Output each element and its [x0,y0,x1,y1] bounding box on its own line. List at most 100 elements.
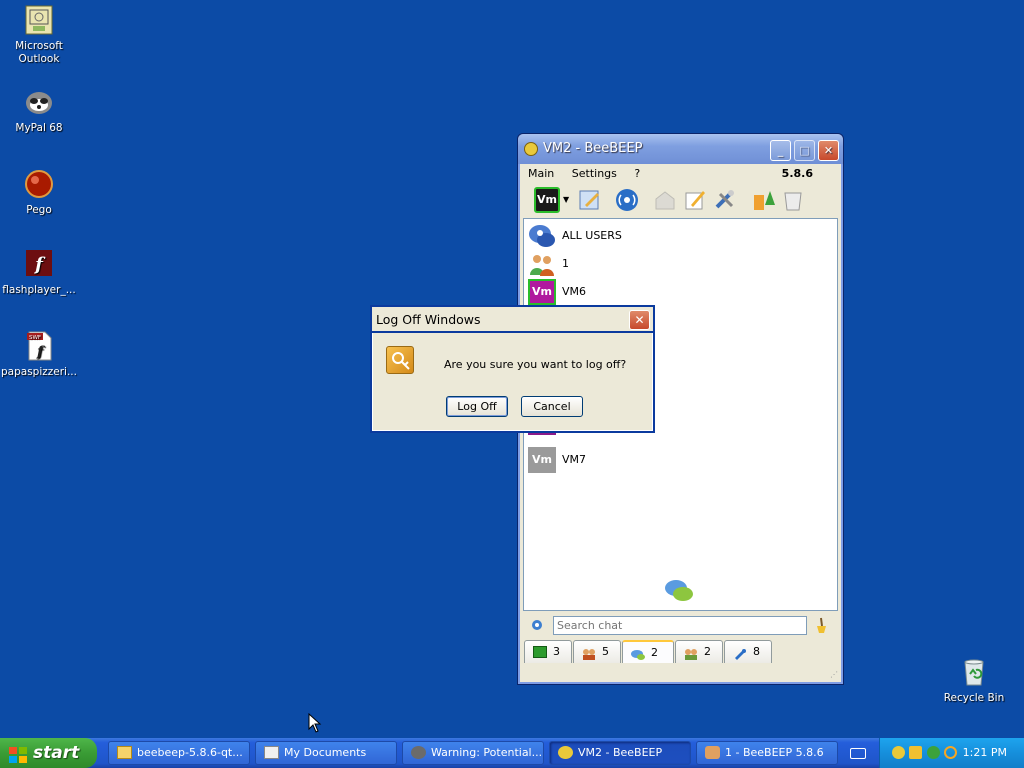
swf-file-icon: SWF f [23,330,55,362]
list-item[interactable]: 1 [528,251,828,277]
desktop-icon-outlook[interactable]: Microsoft Outlook [0,4,78,66]
folder-icon [117,746,132,759]
user-label: VM7 [562,453,587,466]
chat-icon [631,647,645,660]
trash-icon[interactable] [780,187,806,213]
desktop-icon-label: MyPal 68 [15,122,63,134]
write-message-icon[interactable] [682,187,708,213]
outlook-icon [23,4,55,36]
my-avatar-button[interactable]: Vm [534,187,560,213]
search-tray-icon[interactable] [944,746,957,759]
logoff-dialog[interactable]: Log Off Windows ✕ Are you sure you want … [370,305,655,433]
list-item[interactable]: Vm VM7 [528,447,828,473]
toolbar: Vm ▼ [526,185,839,217]
tab-chats[interactable]: 2 [622,640,674,663]
my-avatar-text: Vm [537,193,557,206]
key-icon [386,346,414,374]
desktop-icon-pego[interactable]: Pego [0,168,78,217]
desktop-icon-flashplayer[interactable]: f flashplayer_... [0,248,78,297]
users-online-icon [533,646,547,658]
beebeep-group-icon [705,746,720,759]
system-tray: 1:21 PM [879,738,1024,768]
start-label: start [33,743,80,763]
status-dropdown-arrow[interactable]: ▼ [563,187,571,213]
group-chat-icon [528,223,556,249]
users-group-icon [582,646,596,660]
version-label: 5.8.6 [781,167,813,180]
desktop-icon-papaspizzeria[interactable]: SWF f papaspizzeri... [0,330,78,379]
flash-player-icon: f [23,248,55,280]
beebeep-logo-icon [524,142,538,156]
keyboard-language-icon[interactable] [850,748,866,759]
desktop-icon-label: papaspizzeri... [1,366,77,378]
start-button[interactable]: start [0,738,97,768]
user-avatar-vm6: Vm [528,279,556,305]
beebeep-titlebar[interactable]: VM2 - BeeBEEP _ □ ✕ [518,134,843,164]
dialog-titlebar[interactable]: Log Off Windows ✕ [372,307,653,333]
shares-icon [733,646,747,660]
tab-users-group[interactable]: 5 [573,640,621,663]
beebeep-tray-icon[interactable] [892,746,905,759]
menu-main[interactable]: Main [528,167,554,180]
maximize-button[interactable]: □ [794,140,815,161]
clock[interactable]: 1:21 PM [963,746,1007,759]
desktop-icon-mypal[interactable]: MyPal 68 [0,86,78,135]
windows-flag-icon [8,744,28,763]
pego-orb-icon [23,168,55,200]
security-shield-icon[interactable] [909,746,922,759]
taskbar-item-warning[interactable]: Warning: Potential... [402,741,544,765]
mypal-raccoon-icon [23,86,55,118]
user-label: ALL USERS [562,229,622,242]
user-label: 1 [562,257,569,270]
edit-profile-icon[interactable] [577,187,603,213]
send-file-icon[interactable] [652,187,678,213]
tab-shares[interactable]: 8 [724,640,772,663]
desktop-icon-recycle-bin[interactable]: Recycle Bin [935,656,1013,705]
beebeep-icon [558,746,573,759]
documents-icon [264,746,279,759]
taskbar-item-beebeep-folder[interactable]: beebeep-5.8.6-qt... [108,741,250,765]
network-icon[interactable] [614,187,640,213]
mouse-cursor-icon [308,712,322,733]
search-input[interactable] [553,616,807,635]
tab-users-online[interactable]: 3 [524,640,572,663]
groups-icon [684,646,698,660]
close-button[interactable]: ✕ [629,310,650,330]
tab-groups[interactable]: 2 [675,640,723,663]
dialog-title: Log Off Windows [376,312,481,327]
desktop-icon-label: Pego [26,204,52,216]
log-off-button[interactable]: Log Off [446,396,508,417]
minimize-button[interactable]: _ [770,140,791,161]
taskbar-item-my-documents[interactable]: My Documents [255,741,397,765]
taskbar-item-group-beebeep[interactable]: 1 - BeeBEEP 5.8.6 [696,741,838,765]
svg-text:SWF: SWF [29,335,41,341]
taskbar: start beebeep-5.8.6-qt... My Documents W… [0,738,1024,768]
cancel-button[interactable]: Cancel [521,396,583,417]
search-options-icon[interactable] [529,617,545,633]
network-tray-icon[interactable] [927,746,940,759]
window-title: VM2 - BeeBEEP [543,141,643,156]
user-avatar-vm7: Vm [528,447,556,473]
close-button[interactable]: ✕ [818,140,839,161]
resize-grip-icon[interactable]: ⋰ [830,671,840,681]
chat-bubbles-icon [664,579,694,601]
list-item[interactable]: Vm VM6 [528,279,828,305]
warning-browser-icon [411,746,426,759]
menu-settings[interactable]: Settings [572,167,617,180]
taskbar-item-vm2-beebeep[interactable]: VM2 - BeeBEEP [549,741,691,765]
menu-bar: Main Settings ? 5.8.6 [522,164,839,184]
menu-help[interactable]: ? [634,167,640,180]
dialog-message: Are you sure you want to log off? [444,358,627,371]
group-users-icon [528,251,556,277]
search-bar [523,614,838,636]
download-icon[interactable] [750,187,776,213]
user-label: VM6 [562,285,587,298]
desktop-icon-label: Recycle Bin [943,692,1005,704]
list-item[interactable]: ALL USERS [528,223,828,249]
desktop-icon-label: Microsoft Outlook [15,40,63,65]
recycle-bin-icon [958,656,990,688]
tools-icon[interactable] [712,187,738,213]
clear-search-icon[interactable] [813,616,829,634]
desktop-icon-label: flashplayer_... [2,284,76,296]
bottom-tabs: 3 5 2 2 8 [524,640,836,664]
